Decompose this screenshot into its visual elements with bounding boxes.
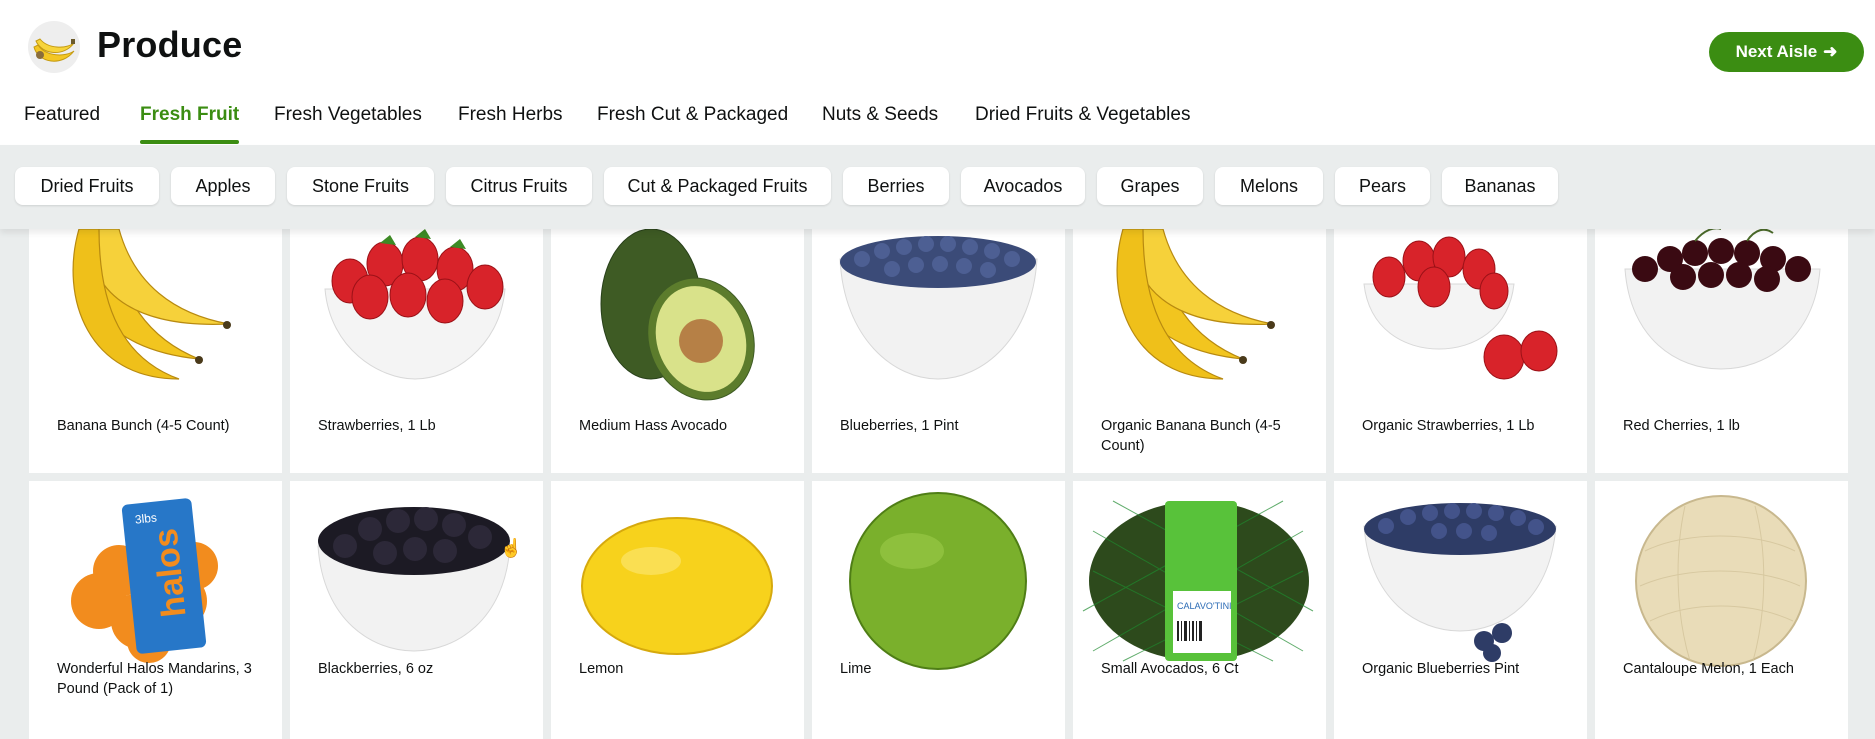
product-card[interactable]: Lime <box>812 481 1065 739</box>
strawberries-bowl-image <box>1363 236 1558 380</box>
product-name: Lemon <box>579 661 624 677</box>
chip-stone-fruits[interactable]: Stone Fruits <box>287 167 434 205</box>
svg-text:CALAVO'TINI: CALAVO'TINI <box>1177 601 1232 611</box>
product-name: Medium Hass Avocado <box>579 418 728 434</box>
blueberries-bowl-image <box>1363 503 1557 662</box>
product-card[interactable]: Blackberries, 6 oz <box>290 481 543 739</box>
product-card[interactable]: Blueberries, 1 Pint <box>812 229 1065 473</box>
chip-berries[interactable]: Berries <box>843 167 949 205</box>
tab-fresh-vegetables[interactable]: Fresh Vegetables <box>274 104 422 144</box>
product-name: Blueberries, 1 Pint <box>840 418 959 434</box>
cantaloupe-image <box>1635 495 1807 667</box>
product-card[interactable]: Organic Banana Bunch (4-5 Count) <box>1073 229 1326 473</box>
product-name: Banana Bunch (4-5 Count) <box>57 418 230 434</box>
lemon-image <box>581 517 773 655</box>
product-name: Organic Banana Bunch (4-5 Count) <box>1101 418 1281 454</box>
chip-grapes[interactable]: Grapes <box>1097 167 1203 205</box>
chip-citrus-fruits[interactable]: Citrus Fruits <box>446 167 592 205</box>
banana-bunch-image <box>72 229 231 380</box>
lime-image <box>849 492 1027 670</box>
chip-bananas[interactable]: Bananas <box>1442 167 1558 205</box>
product-card[interactable]: Medium Hass Avocado <box>551 229 804 473</box>
tab-fresh-herbs[interactable]: Fresh Herbs <box>458 104 563 144</box>
chip-melons[interactable]: Melons <box>1215 167 1323 205</box>
banana-logo-icon <box>28 21 80 73</box>
product-name: Strawberries, 1 Lb <box>318 418 436 434</box>
product-grid: Banana Bunch (4-5 Count) Strawberries, 1… <box>0 229 1875 739</box>
strawberries-bowl-image <box>324 229 506 380</box>
product-card[interactable]: Strawberries, 1 Lb <box>290 229 543 473</box>
arrow-right-icon: ➜ <box>1823 42 1838 61</box>
product-name: Organic Blueberries Pint <box>1362 661 1520 677</box>
blackberries-bowl-image <box>317 507 511 652</box>
product-name: Small Avocados, 6 Ct <box>1101 661 1239 677</box>
cherries-bowl-image <box>1624 229 1821 370</box>
next-aisle-label: Next Aisle <box>1735 42 1818 61</box>
product-card[interactable]: Red Cherries, 1 lb <box>1595 229 1848 473</box>
tab-dried-fruits-vegetables[interactable]: Dried Fruits & Vegetables <box>975 104 1190 144</box>
product-card[interactable]: Organic Blueberries Pint <box>1334 481 1587 739</box>
tab-fresh-fruit[interactable]: Fresh Fruit <box>140 104 240 144</box>
product-card[interactable]: 3lbs halos Wonderful Halos Mandarins, 3 … <box>29 481 282 739</box>
mouse-cursor-icon: ☝ <box>500 538 523 558</box>
product-name: Organic Strawberries, 1 Lb <box>1362 418 1535 434</box>
halos-bag-image: 3lbs halos <box>71 498 218 663</box>
chip-pears[interactable]: Pears <box>1335 167 1430 205</box>
banana-bunch-image <box>1116 229 1275 380</box>
blueberries-bowl-image <box>839 236 1038 380</box>
product-name: Red Cherries, 1 lb <box>1623 418 1740 434</box>
product-card[interactable]: Lemon <box>551 481 804 739</box>
product-name: Cantaloupe Melon, 1 Each <box>1623 661 1794 677</box>
tab-nuts-seeds[interactable]: Nuts & Seeds <box>822 104 938 144</box>
page-header: Produce Next Aisle ➜ Featured Fresh Frui… <box>0 0 1875 145</box>
product-name: Blackberries, 6 oz <box>318 661 434 677</box>
chip-apples[interactable]: Apples <box>171 167 275 205</box>
product-name: Lime <box>840 661 872 677</box>
avocado-image <box>600 229 755 401</box>
product-card[interactable]: CALAVO'TINI Small Avocados, 6 Ct <box>1073 481 1326 739</box>
page-title: Produce <box>97 24 243 65</box>
next-aisle-button[interactable]: Next Aisle ➜ <box>1709 32 1864 72</box>
product-card[interactable]: Banana Bunch (4-5 Count) <box>29 229 282 473</box>
chip-dried-fruits[interactable]: Dried Fruits <box>15 167 159 205</box>
tab-featured[interactable]: Featured <box>24 104 100 144</box>
svg-text:3lbs: 3lbs <box>134 510 157 526</box>
chip-cut-packaged-fruits[interactable]: Cut & Packaged Fruits <box>604 167 831 205</box>
chip-avocados[interactable]: Avocados <box>961 167 1085 205</box>
subcategory-chip-bar: Dried Fruits Apples Stone Fruits Citrus … <box>0 145 1875 229</box>
avocado-bag-image: CALAVO'TINI <box>1082 500 1314 662</box>
product-card[interactable]: Organic Strawberries, 1 Lb <box>1334 229 1587 473</box>
product-card[interactable]: Cantaloupe Melon, 1 Each <box>1595 481 1848 739</box>
product-name: Wonderful Halos Mandarins, 3 Pound (Pack… <box>57 661 252 697</box>
tab-fresh-cut-packaged[interactable]: Fresh Cut & Packaged <box>597 104 788 144</box>
